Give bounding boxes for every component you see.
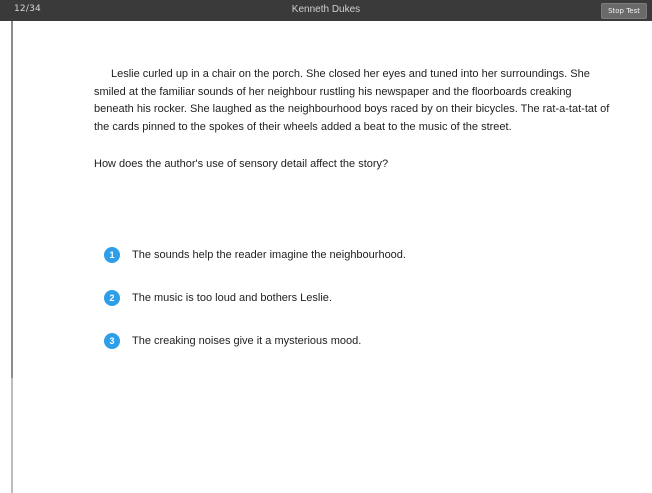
choice-text: The creaking noises give it a mysterious… bbox=[132, 335, 362, 347]
choice-text: The sounds help the reader imagine the n… bbox=[132, 249, 406, 261]
reading-content: Leslie curled up in a chair on the porch… bbox=[94, 66, 614, 171]
answer-choices: 1 The sounds help the reader imagine the… bbox=[104, 244, 406, 373]
choice-number-badge: 2 bbox=[104, 290, 120, 306]
answer-choice-1[interactable]: 1 The sounds help the reader imagine the… bbox=[104, 244, 406, 266]
top-bar: 12/34 Kenneth Dukes Stop Test bbox=[0, 0, 652, 21]
choice-text: The music is too loud and bothers Leslie… bbox=[132, 292, 332, 304]
answer-choice-3[interactable]: 3 The creaking noises give it a mysterio… bbox=[104, 330, 406, 352]
student-name: Kenneth Dukes bbox=[291, 4, 361, 15]
choice-number-badge: 1 bbox=[104, 247, 120, 263]
answer-choice-2[interactable]: 2 The music is too loud and bothers Lesl… bbox=[104, 287, 406, 309]
question-text: How does the author's use of sensory det… bbox=[94, 158, 389, 170]
reading-passage: Leslie curled up in a chair on the porch… bbox=[94, 68, 610, 133]
left-border-accent bbox=[11, 21, 13, 378]
choice-number-badge: 3 bbox=[104, 333, 120, 349]
stop-test-button[interactable]: Stop Test bbox=[601, 3, 647, 19]
